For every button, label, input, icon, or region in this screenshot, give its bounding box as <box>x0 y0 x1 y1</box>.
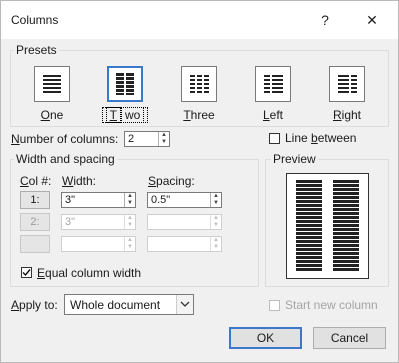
col-number-header: Col #: <box>20 174 52 188</box>
equal-column-width-label: Equal column width <box>37 266 142 280</box>
preset-three-label: Three <box>183 108 215 122</box>
chevron-down-icon: ▼ <box>213 244 219 250</box>
chevron-up-icon: ▲ <box>213 237 219 243</box>
preset-two-button[interactable] <box>107 66 143 102</box>
chevron-down-icon: ▼ <box>127 244 133 250</box>
cancel-button[interactable]: Cancel <box>313 327 386 349</box>
columns-dialog: Columns ? ✕ Presets One Two Three Left R… <box>0 0 399 363</box>
number-of-columns-value: 2 <box>128 133 135 145</box>
chevron-down-icon: ▼ <box>213 222 219 228</box>
one-column-icon <box>43 75 61 93</box>
col-2-spacing-spinner: ▲ ▼ <box>147 214 222 230</box>
presets-group-label: Presets <box>14 43 59 57</box>
line-between-label: Line between <box>285 131 357 145</box>
chevron-down-icon[interactable]: ▼ <box>211 200 221 207</box>
chevron-up-icon: ▲ <box>127 215 133 221</box>
col-3-button <box>20 235 50 253</box>
chevron-up-icon: ▲ <box>127 237 133 243</box>
preview-two-columns-icon <box>296 180 359 272</box>
spacing-header: Spacing: <box>148 174 195 188</box>
col-3-width-spinner: ▲ ▼ <box>61 236 136 252</box>
dialog-title: Columns <box>11 13 59 27</box>
preview-group-label: Preview <box>271 152 318 166</box>
start-new-column-checkbox <box>269 300 280 311</box>
apply-to-label: Apply to: <box>11 298 58 312</box>
line-between-checkbox[interactable] <box>269 133 280 144</box>
equal-column-width-checkbox[interactable] <box>21 267 32 278</box>
help-button[interactable]: ? <box>314 9 336 31</box>
chevron-up-icon: ▲ <box>213 215 219 221</box>
col-2-button: 2: <box>20 213 50 231</box>
width-spacing-group-label: Width and spacing <box>14 152 117 166</box>
preset-left-label: Left <box>262 108 284 122</box>
apply-to-value: Whole document <box>70 298 161 312</box>
col-2-width-spinner: 3" ▲ ▼ <box>61 214 136 230</box>
right-column-icon <box>338 75 357 93</box>
chevron-down-icon[interactable]: ▼ <box>125 200 135 207</box>
col-1-spacing-spinner[interactable]: 0.5" ▲ ▼ <box>147 192 222 208</box>
preview-page <box>286 173 369 279</box>
spinner-arrows[interactable]: ▲ ▼ <box>158 132 169 146</box>
col-1-width-spinner[interactable]: 3" ▲ ▼ <box>61 192 136 208</box>
width-header: Width: <box>62 174 97 188</box>
left-column-icon <box>264 75 283 93</box>
three-columns-icon <box>190 75 209 93</box>
col-3-spacing-spinner: ▲ ▼ <box>147 236 222 252</box>
ok-button[interactable]: OK <box>229 327 302 349</box>
two-columns-icon <box>116 73 134 95</box>
number-of-columns-spinner[interactable]: 2 ▲ ▼ <box>124 131 170 147</box>
col-1-button[interactable]: 1: <box>20 191 50 209</box>
number-of-columns-label: Number of columns: <box>11 132 119 146</box>
preset-three-button[interactable] <box>181 66 217 102</box>
checkmark-icon <box>22 269 31 277</box>
preset-two-label: Two <box>100 107 150 123</box>
close-icon[interactable]: ✕ <box>361 9 383 31</box>
start-new-column-label: Start new column <box>285 298 378 312</box>
title-bar: Columns ? ✕ <box>1 1 398 39</box>
preset-right-label: Right <box>332 108 362 122</box>
preset-one-button[interactable] <box>34 66 70 102</box>
chevron-down-icon[interactable] <box>176 295 193 314</box>
chevron-down-icon[interactable]: ▼ <box>159 139 169 146</box>
chevron-up-icon[interactable]: ▲ <box>159 132 169 139</box>
chevron-down-icon: ▼ <box>127 222 133 228</box>
apply-to-dropdown[interactable]: Whole document <box>64 294 194 315</box>
chevron-up-icon[interactable]: ▲ <box>125 193 135 200</box>
chevron-up-icon[interactable]: ▲ <box>211 193 221 200</box>
preset-left-button[interactable] <box>255 66 291 102</box>
preset-right-button[interactable] <box>329 66 365 102</box>
preset-one-label: One <box>40 108 64 122</box>
